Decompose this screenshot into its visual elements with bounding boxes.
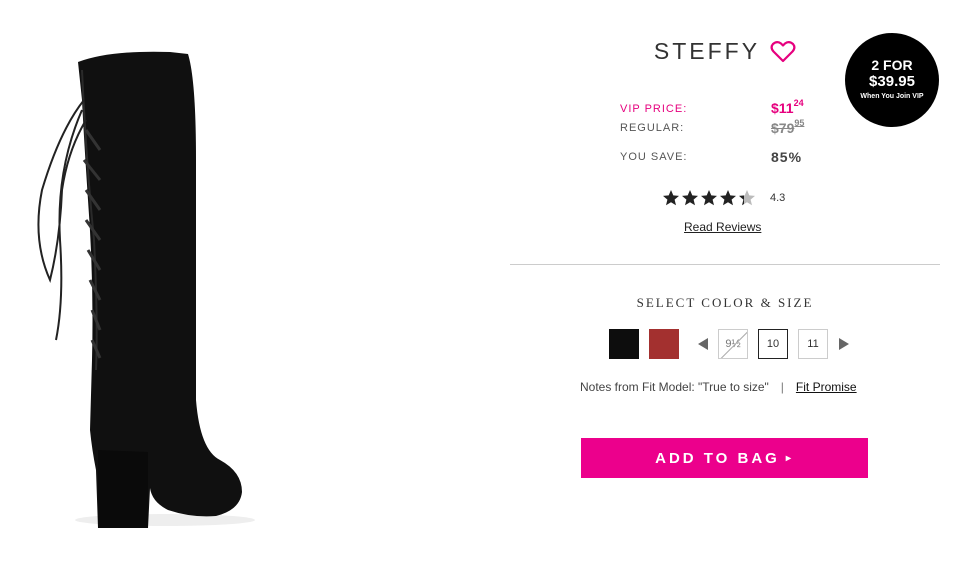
size-option-11[interactable]: 11 <box>798 329 828 359</box>
fit-notes-row: Notes from Fit Model: "True to size" | F… <box>580 380 857 394</box>
size-option-9-5[interactable]: 9½ <box>718 329 748 359</box>
size-option-10[interactable]: 10 <box>758 329 788 359</box>
star-icon <box>682 190 698 206</box>
heart-icon[interactable] <box>770 40 796 64</box>
promo-price: $39.95 <box>869 73 915 90</box>
star-icon <box>720 190 736 206</box>
star-rating <box>662 189 756 207</box>
fit-separator: | <box>780 380 784 394</box>
regular-price: $7995 <box>771 118 805 136</box>
vip-price-dollars: $11 <box>771 100 794 116</box>
rating-value: 4.3 <box>770 192 786 204</box>
vip-price: $1124 <box>771 98 804 116</box>
product-title: STEFFY <box>653 38 761 64</box>
size-label: 10 <box>766 338 780 350</box>
select-color-size-heading: SELECT COLOR & SIZE <box>636 295 814 310</box>
product-image <box>20 40 300 540</box>
add-to-bag-button[interactable]: ADD TO BAG ▸ <box>581 438 868 478</box>
vip-price-cents: 24 <box>793 98 804 108</box>
you-save-value: 85% <box>771 149 803 165</box>
regular-price-label: REGULAR: <box>620 122 685 134</box>
color-swatch-red[interactable] <box>649 329 679 359</box>
size-prev-arrow-icon[interactable] <box>697 337 709 351</box>
size-label: 11 <box>807 338 819 350</box>
boot-image <box>37 51 255 528</box>
fit-model-notes: Notes from Fit Model: "True to size" <box>580 380 769 394</box>
star-icon <box>739 190 755 206</box>
star-icon <box>663 190 679 206</box>
regular-price-cents: 95 <box>794 118 805 128</box>
vip-price-label: VIP PRICE: <box>620 103 688 115</box>
size-next-arrow-icon[interactable] <box>838 337 850 351</box>
promo-note: When You Join VIP <box>860 93 924 100</box>
you-save-label: YOU SAVE: <box>620 151 688 163</box>
fit-promise-link[interactable]: Fit Promise <box>796 380 857 394</box>
promo-line1: 2 FOR <box>871 57 913 73</box>
star-icon <box>701 190 717 206</box>
divider <box>510 264 940 265</box>
rating-row: 4.3 <box>662 189 785 207</box>
read-reviews-link[interactable]: Read Reviews <box>684 220 761 234</box>
regular-price-dollars: $79 <box>771 120 795 136</box>
promo-badge: 2 FOR $39.95 When You Join VIP <box>845 33 939 127</box>
add-to-bag-label: ADD TO BAG <box>655 449 780 467</box>
play-arrow-icon: ▸ <box>785 452 794 464</box>
color-swatch-black[interactable] <box>609 329 639 359</box>
